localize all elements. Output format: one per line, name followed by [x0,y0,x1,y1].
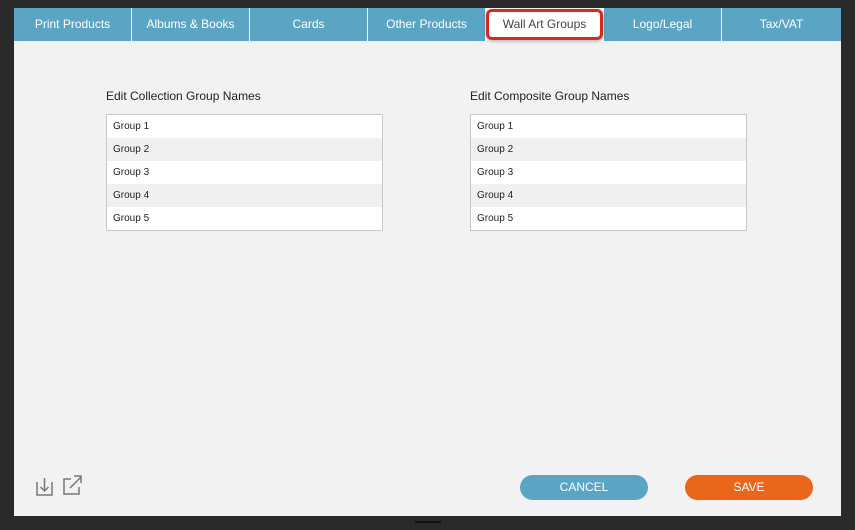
composite-group-item[interactable]: Group 2 [471,138,746,161]
composite-group-item[interactable]: Group 1 [471,115,746,138]
cancel-button[interactable]: CANCEL [520,475,648,500]
composite-heading: Edit Composite Group Names [470,89,630,103]
composite-group-item[interactable]: Group 4 [471,184,746,207]
collection-group-item[interactable]: Group 2 [107,138,382,161]
tab-wall-art-groups[interactable]: Wall Art Groups [486,8,604,41]
collection-group-item[interactable]: Group 4 [107,184,382,207]
collection-group-item[interactable]: Group 3 [107,161,382,184]
composite-group-item[interactable]: Group 3 [471,161,746,184]
tab-logo-legal[interactable]: Logo/Legal [604,8,722,41]
settings-panel: Print Products Albums & Books Cards Othe… [14,8,841,516]
export-icon[interactable] [61,474,83,496]
tab-bar: Print Products Albums & Books Cards Othe… [14,8,841,41]
collection-heading: Edit Collection Group Names [106,89,261,103]
collection-group-item[interactable]: Group 5 [107,207,382,230]
tab-other-products[interactable]: Other Products [368,8,486,41]
collection-group-list: Group 1 Group 2 Group 3 Group 4 Group 5 [106,114,383,231]
composite-group-item[interactable]: Group 5 [471,207,746,230]
home-indicator [415,521,441,523]
tab-albums-books[interactable]: Albums & Books [132,8,250,41]
tab-tax-vat[interactable]: Tax/VAT [722,8,841,41]
collection-group-item[interactable]: Group 1 [107,115,382,138]
save-button[interactable]: SAVE [685,475,813,500]
composite-group-list: Group 1 Group 2 Group 3 Group 4 Group 5 [470,114,747,231]
import-icon[interactable] [34,476,56,498]
tab-print-products[interactable]: Print Products [14,8,132,41]
tab-cards[interactable]: Cards [250,8,368,41]
